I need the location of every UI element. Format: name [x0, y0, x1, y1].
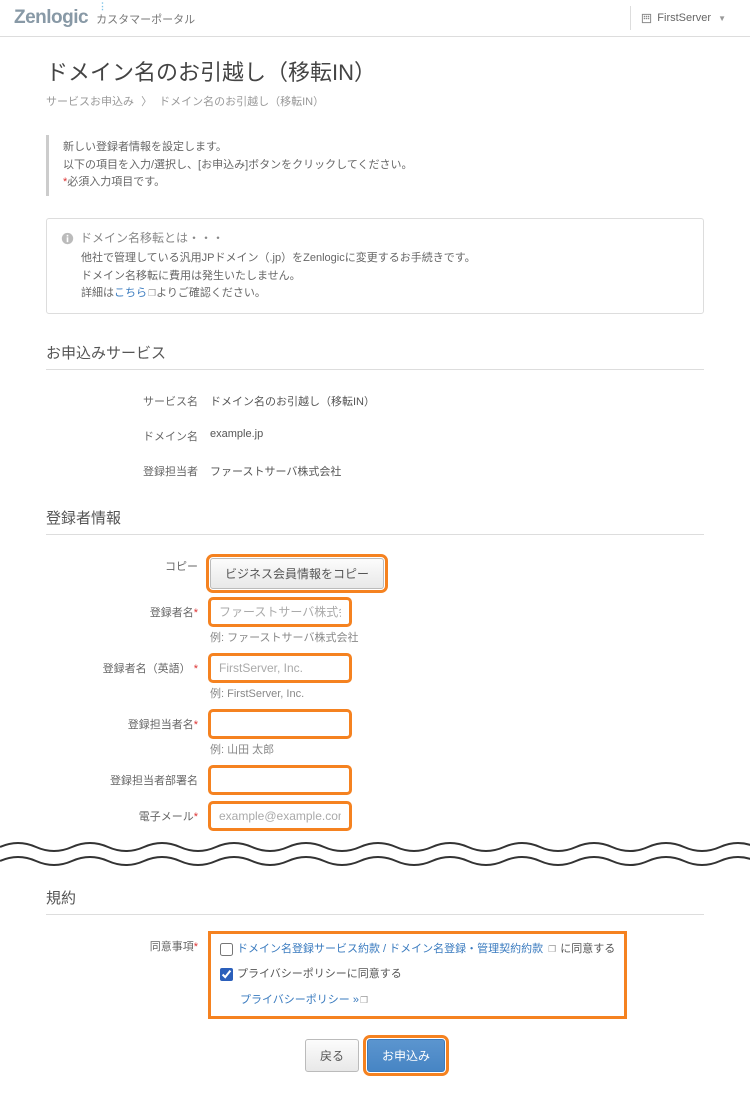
service-info: サービス名 ドメイン名のお引越し（移転IN） ドメイン名 example.jp …: [46, 388, 704, 479]
info-line3: 詳細はこちら❐よりご確認ください。: [81, 285, 689, 303]
terms-link[interactable]: ドメイン名登録サービス約款 / ドメイン名登録・管理契約約款: [237, 939, 543, 960]
back-button[interactable]: 戻る: [305, 1039, 359, 1072]
instruction-box: 新しい登録者情報を設定します。 以下の項目を入力/選択し、[お申込み]ボタンをク…: [46, 135, 704, 196]
domain-name-label: ドメイン名: [46, 423, 210, 444]
reg-contact-example: 例: 山田 太郎: [210, 741, 350, 757]
content-break: [0, 839, 750, 869]
copy-business-info-button[interactable]: ビジネス会員情報をコピー: [210, 558, 384, 589]
external-link-icon: ❐: [148, 288, 156, 298]
page-title: ドメイン名のお引越し（移転IN）: [46, 55, 704, 87]
consent-label: 同意事項*: [46, 933, 210, 954]
terms-section-title: 規約: [46, 887, 704, 915]
reg-name-label: 登録者名*: [46, 599, 210, 620]
consent-terms-row[interactable]: ドメイン名登録サービス約款 / ドメイン名登録・管理契約約款❐ に同意する: [220, 939, 615, 960]
reg-agent-label: 登録担当者: [46, 458, 210, 479]
breadcrumb-sep: 〉: [141, 96, 152, 108]
info-line1: 他社で管理している汎用JPドメイン（.jp）をZenlogicに変更するお手続き…: [81, 250, 689, 268]
copy-label: コピー: [46, 553, 210, 574]
reg-name-example: 例: ファーストサーバ株式会社: [210, 629, 358, 645]
info-box: ドメイン名移転とは・・・ 他社で管理している汎用JPドメイン（.jp）をZenl…: [46, 218, 704, 314]
consent-terms-checkbox[interactable]: [220, 943, 233, 956]
registrant-form: コピー ビジネス会員情報をコピー 登録者名* 例: ファーストサーバ株式会社 登…: [46, 553, 704, 829]
reg-agent-value: ファーストサーバ株式会社: [210, 458, 341, 479]
chevron-down-icon: ▼: [718, 14, 726, 23]
brand-logo: Zenlogic: [14, 7, 88, 29]
user-label: FirstServer: [657, 12, 711, 24]
breadcrumb-item-1[interactable]: サービスお申込み: [46, 96, 134, 108]
service-section-title: お申込みサービス: [46, 342, 704, 370]
reg-email-label: 電子メール*: [46, 803, 210, 824]
reg-name-en-input[interactable]: [210, 655, 350, 681]
global-header: Zenlogic カスタマーポータル FirstServer ▼: [0, 0, 750, 37]
submit-button[interactable]: お申込み: [367, 1039, 445, 1072]
consent-privacy-row[interactable]: プライバシーポリシーに同意する: [220, 964, 402, 985]
reg-contact-input[interactable]: [210, 711, 350, 737]
domain-name-value: example.jp: [210, 423, 263, 440]
registrant-section-title: 登録者情報: [46, 507, 704, 535]
instruct-required: *必須入力項目です。: [63, 174, 690, 192]
instruct-line1: 新しい登録者情報を設定します。: [63, 139, 690, 157]
external-link-icon: ❐: [548, 941, 556, 958]
info-icon: [61, 232, 74, 245]
breadcrumb-item-2: ドメイン名のお引越し（移転IN）: [159, 96, 324, 108]
user-menu-button[interactable]: FirstServer ▼: [630, 6, 736, 30]
instruct-line2: 以下の項目を入力/選択し、[お申込み]ボタンをクリックしてください。: [63, 157, 690, 175]
reg-dept-label: 登録担当者部署名: [46, 767, 210, 788]
reg-name-en-example: 例: FirstServer, Inc.: [210, 685, 350, 701]
building-icon: [641, 13, 652, 24]
portal-name: カスタマーポータル: [96, 11, 195, 27]
reg-email-input[interactable]: [210, 803, 350, 829]
external-link-icon: ❐: [360, 995, 368, 1005]
logo-area: Zenlogic カスタマーポータル: [14, 7, 195, 29]
reg-name-en-label: 登録者名（英語） *: [46, 655, 210, 676]
info-line2: ドメイン名移転に費用は発生いたしません。: [81, 268, 689, 286]
consent-block: ドメイン名登録サービス約款 / ドメイン名登録・管理契約約款❐ に同意する プラ…: [210, 933, 625, 1018]
reg-dept-input[interactable]: [210, 767, 350, 793]
consent-privacy-checkbox[interactable]: [220, 968, 233, 981]
action-buttons: 戻る お申込み: [46, 1039, 704, 1072]
info-heading: ドメイン名移転とは・・・: [61, 229, 689, 248]
info-detail-link[interactable]: こちら: [114, 287, 147, 299]
reg-contact-label: 登録担当者名*: [46, 711, 210, 732]
breadcrumb: サービスお申込み 〉 ドメイン名のお引越し（移転IN）: [46, 93, 704, 109]
privacy-policy-link[interactable]: プライバシーポリシー »: [240, 994, 359, 1006]
service-name-label: サービス名: [46, 388, 210, 409]
reg-name-input[interactable]: [210, 599, 350, 625]
service-name-value: ドメイン名のお引越し（移転IN）: [210, 388, 375, 409]
info-body: 他社で管理している汎用JPドメイン（.jp）をZenlogicに変更するお手続き…: [61, 250, 689, 303]
